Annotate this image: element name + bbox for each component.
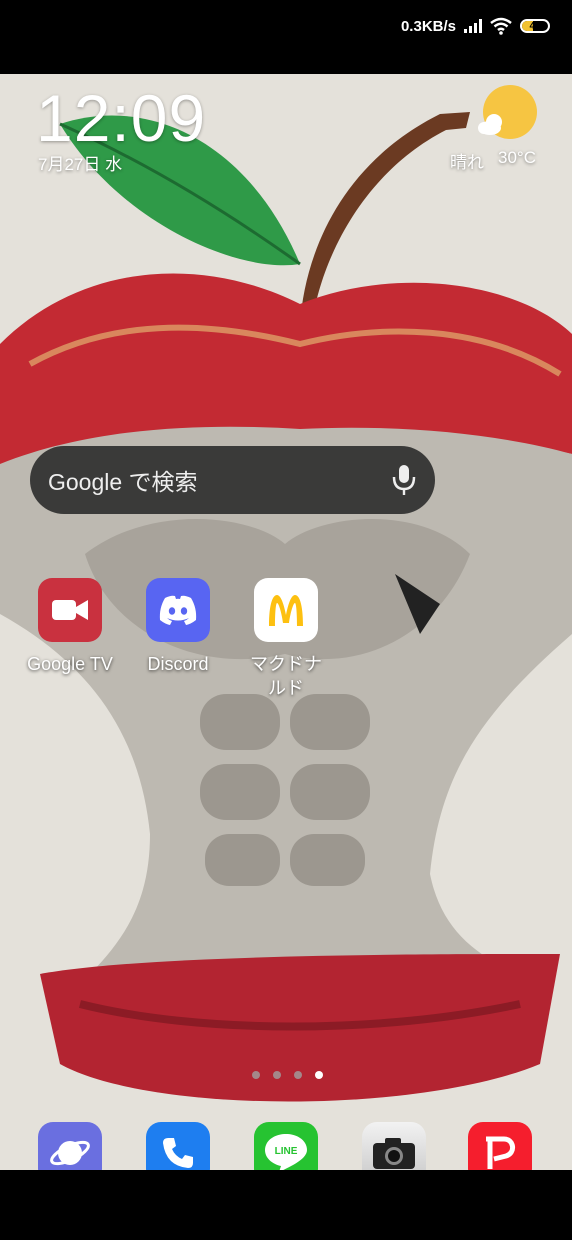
line-icon: LINE	[265, 1134, 307, 1172]
weather-widget[interactable]: 晴れ 30°C	[450, 148, 536, 173]
discord-icon	[146, 578, 210, 642]
phone-icon	[163, 1138, 193, 1168]
page-dot	[252, 1071, 260, 1079]
clock-date[interactable]: 7月27日 水	[38, 150, 122, 175]
status-bar: 0.3KB/s 41	[0, 0, 572, 74]
clock-time[interactable]: 12:09	[36, 80, 206, 156]
page-dot	[294, 1071, 302, 1079]
search-label: Google で検索	[48, 469, 198, 495]
svg-text:LINE: LINE	[275, 1146, 298, 1157]
app-google-tv[interactable]: Google TV	[15, 578, 125, 676]
paypay-icon	[486, 1136, 515, 1169]
app-mcdonalds[interactable]: マクドナルド	[231, 578, 341, 700]
mcdonalds-icon	[254, 578, 318, 642]
wifi-icon	[490, 17, 512, 35]
browser-icon	[50, 1140, 90, 1166]
network-speed: 0.3KB/s	[400, 17, 456, 35]
app-discord[interactable]: Discord	[123, 578, 233, 676]
page-dot-active	[315, 1071, 323, 1079]
google-search-bar[interactable]: Google で検索	[30, 446, 435, 514]
weather-temperature: 30°C	[498, 148, 536, 167]
page-dot	[273, 1071, 281, 1079]
navigation-area	[0, 1170, 572, 1240]
app-label: Discord	[147, 654, 209, 674]
camera-icon	[373, 1138, 415, 1169]
battery-icon: 41	[520, 19, 550, 33]
mic-icon[interactable]	[391, 463, 417, 497]
app-label: Google TV	[27, 654, 113, 674]
google-tv-icon	[38, 578, 102, 642]
signal-icon	[464, 19, 482, 33]
app-label: マクドナルド	[250, 654, 322, 698]
page-indicator	[252, 1071, 323, 1079]
weather-condition: 晴れ	[450, 153, 485, 172]
sun-cloud-icon[interactable]	[476, 84, 538, 140]
battery-level: 41	[529, 20, 541, 32]
